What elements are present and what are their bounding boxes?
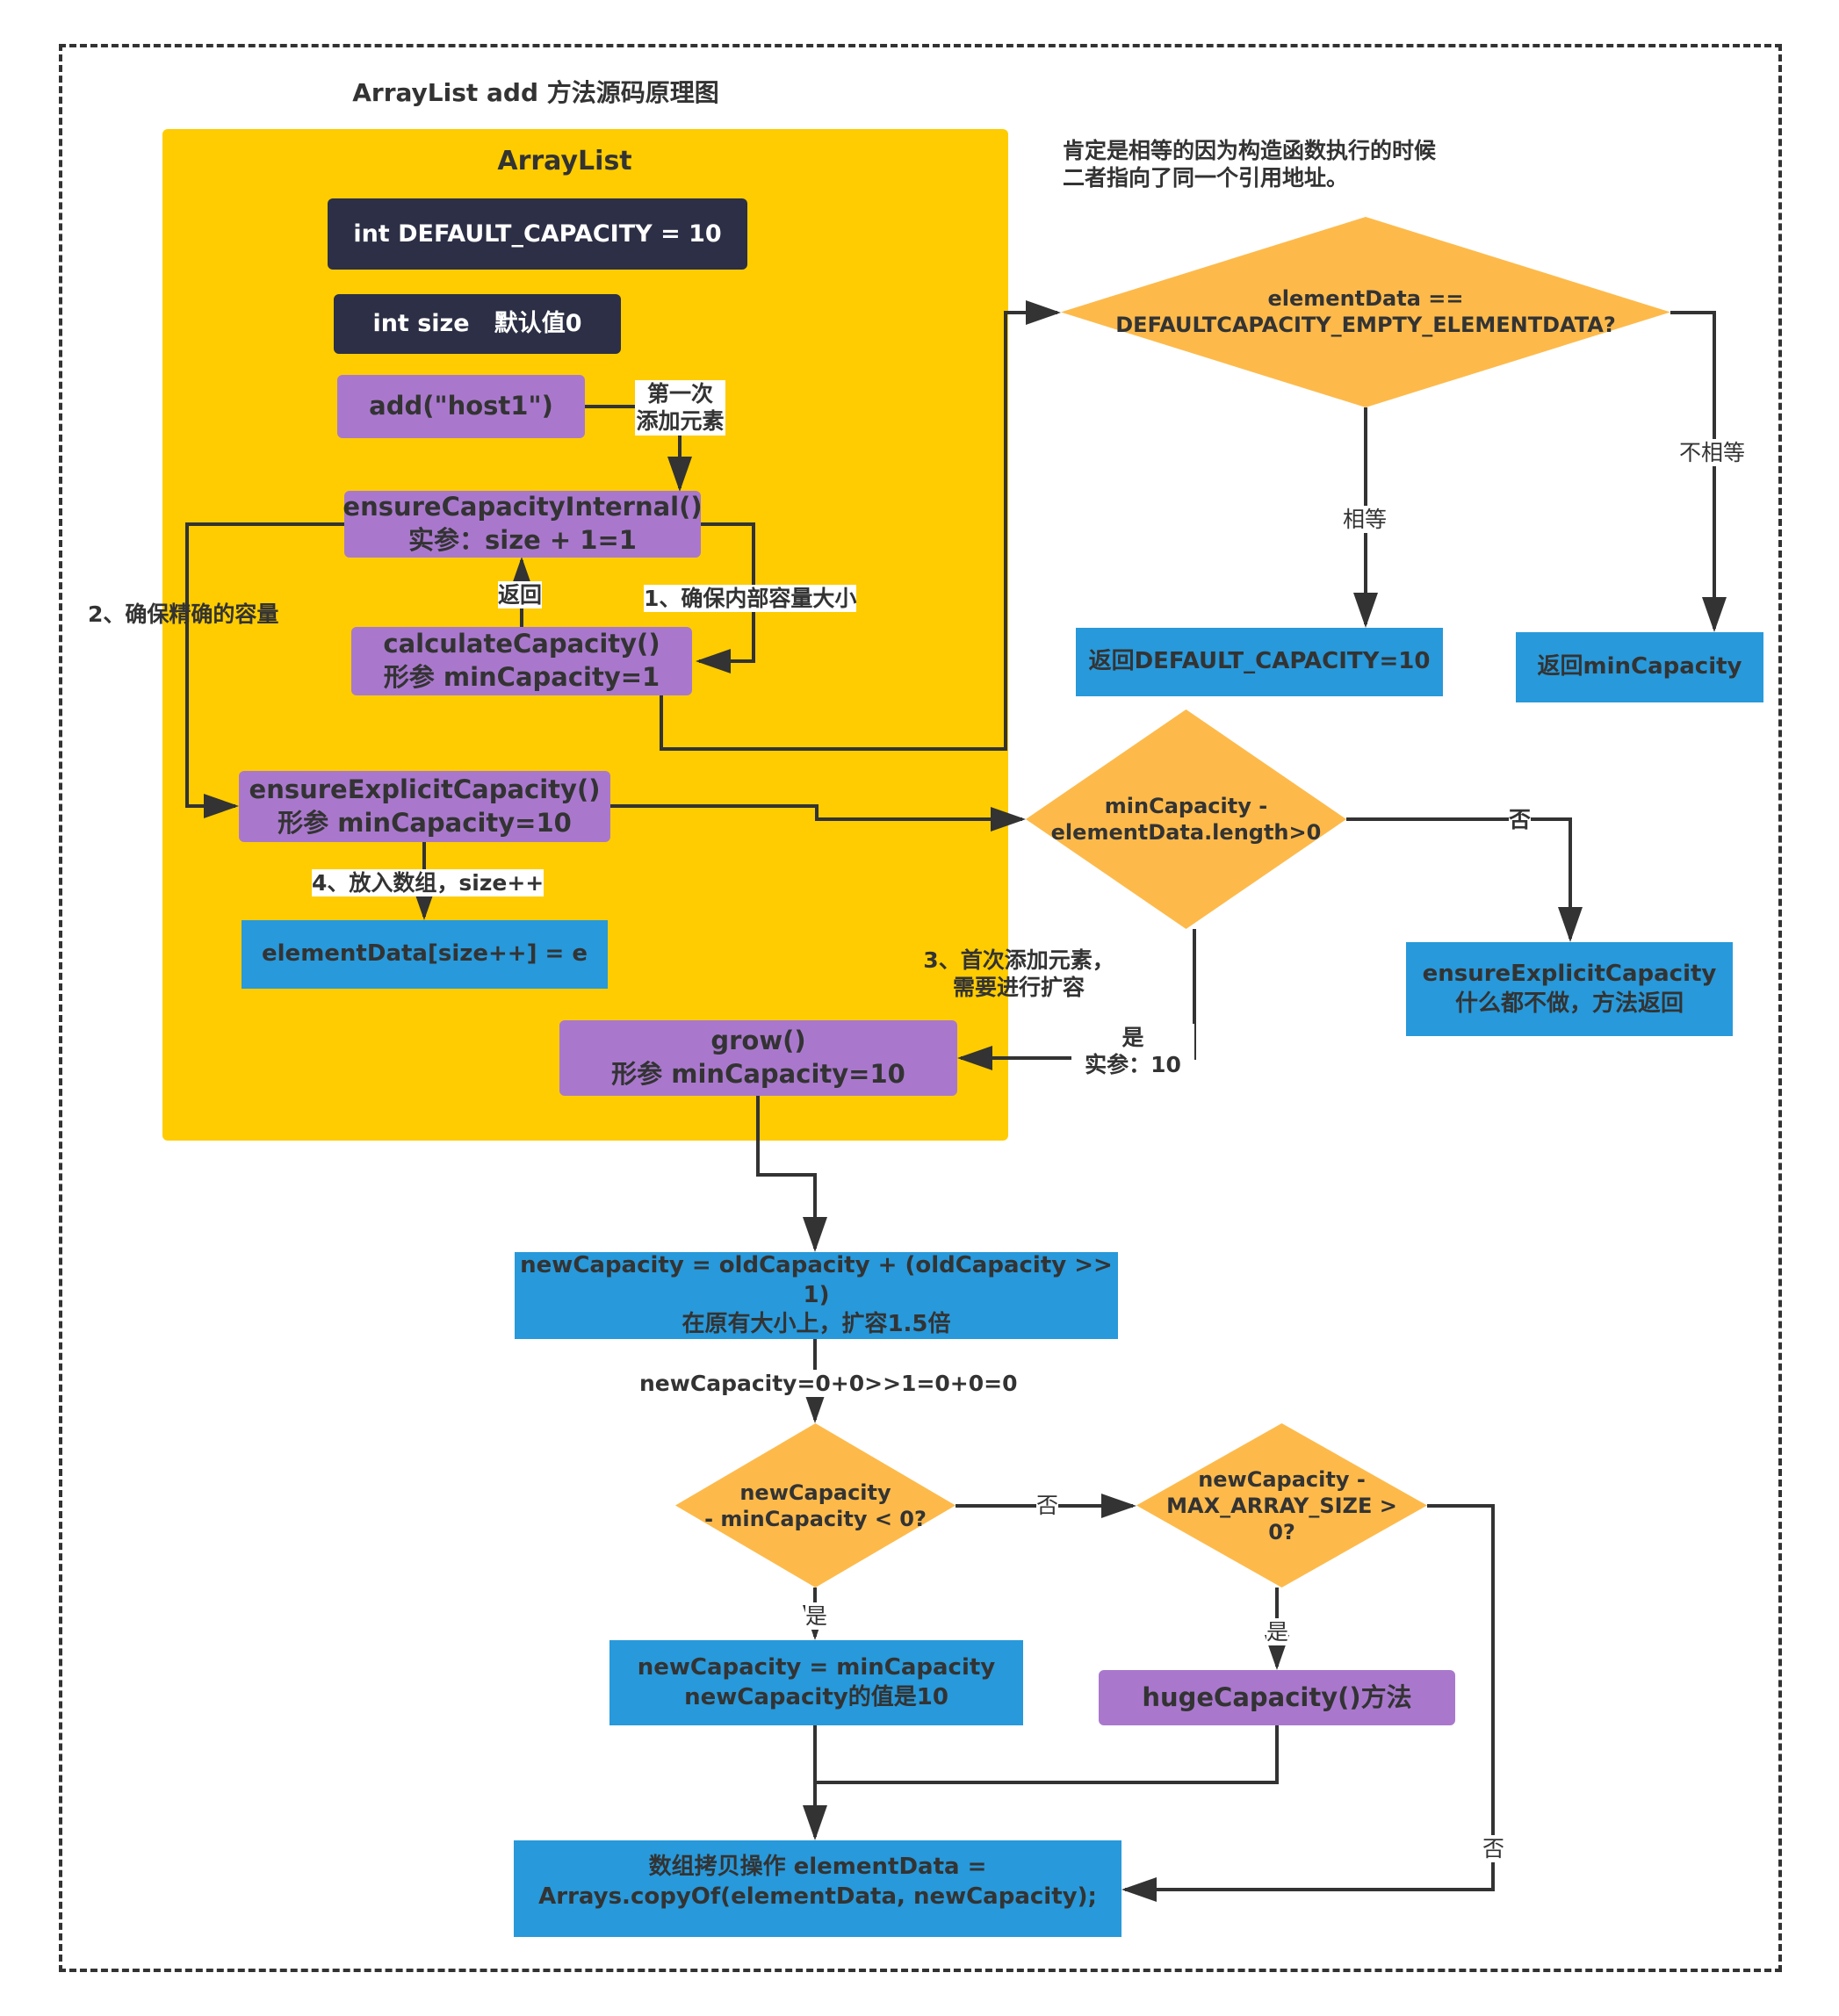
action-line: 在原有大小上，扩容1.5倍: [682, 1311, 951, 1338]
not-equal-label: 不相等: [1679, 439, 1746, 467]
action-line: newCapacity = minCapacity: [637, 1653, 996, 1681]
method-line: grow(): [710, 1026, 806, 1056]
action-line: newCapacity的值是10: [684, 1683, 948, 1710]
edge-diamond1-notequal: [1670, 311, 1727, 632]
label-line: 是: [1121, 1025, 1144, 1050]
return-default-capacity-action: 返回DEFAULT_CAPACITY=10: [1076, 628, 1443, 696]
edge-explicit-to-diamond2: [610, 804, 1026, 832]
step1-label: 1、确保内部容量大小: [644, 585, 857, 613]
calculate-capacity-method: calculateCapacity() 形参 minCapacity=1: [351, 627, 692, 695]
decision-line: newCapacity: [739, 1480, 891, 1505]
method-line: ensureExplicitCapacity(): [249, 774, 601, 804]
label-line: 第一次: [646, 381, 713, 407]
array-copy-action: 数组拷贝操作 elementData = Arrays.copyOf(eleme…: [514, 1840, 1121, 1937]
edge-internal-to-explicit: [185, 522, 344, 818]
decision-line: MAX_ARRAY_SIZE >: [1166, 1494, 1397, 1518]
method-line: ensureCapacityInternal(): [343, 492, 703, 522]
label-line: 实参：10: [1085, 1052, 1181, 1078]
action-line: Arrays.copyOf(elementData, newCapacity);: [538, 1883, 1097, 1910]
action-line: ensureExplicitCapacity: [1422, 960, 1717, 987]
no-label-diamond3: 否: [1036, 1492, 1059, 1520]
decision-line: - minCapacity < 0?: [704, 1507, 927, 1531]
decision-line: 0?: [1268, 1520, 1295, 1544]
edge-grow-to-newcap: [756, 1096, 827, 1252]
method-line: 实参：size + 1=1: [408, 525, 637, 555]
size-field: int size 默认值0: [334, 294, 621, 354]
edge-calc-to-diamond1: [660, 300, 1061, 751]
return-label: 返回: [498, 581, 543, 609]
ensure-capacity-internal-method: ensureCapacityInternal() 实参：size + 1=1: [343, 491, 703, 558]
length-check-decision: minCapacity - elementData.length>0: [1026, 773, 1346, 866]
action-line: newCapacity = oldCapacity + (oldCapacity…: [520, 1251, 1113, 1308]
new-eq-min-action: newCapacity = minCapacity newCapacity的值是…: [609, 1640, 1023, 1725]
note-line: 肯定是相等的因为构造函数执行的时候: [1063, 138, 1437, 163]
yes-arg-label: 是 实参：10: [1071, 1024, 1194, 1079]
decision-line: elementData ==: [1267, 286, 1464, 311]
method-line: 形参 minCapacity=10: [278, 807, 572, 838]
method-line: calculateCapacity(): [383, 629, 660, 659]
no-label-diamond2: 否: [1509, 806, 1532, 834]
max-size-check-decision: newCapacity - MAX_ARRAY_SIZE > 0?: [1136, 1458, 1427, 1554]
step2-label: 2、确保精确的容量: [88, 601, 279, 627]
ensure-explicit-capacity-method: ensureExplicitCapacity() 形参 minCapacity=…: [239, 771, 610, 842]
huge-capacity-method: hugeCapacity()方法: [1099, 1670, 1455, 1725]
first-add-label: 第一次 添加元素: [635, 380, 725, 436]
action-line: 什么都不做，方法返回: [1454, 990, 1684, 1017]
no-label-diamond4: 否: [1482, 1835, 1505, 1863]
step3-label: 3、首次添加元素， 需要进行扩容: [918, 947, 1120, 1002]
decision-line: newCapacity -: [1198, 1467, 1366, 1492]
decision-line: minCapacity -: [1104, 794, 1268, 818]
decision-line: elementData.length>0: [1050, 820, 1322, 845]
step4-label: 4、放入数组，size++: [312, 869, 544, 897]
new-capacity-calc-label: newCapacity=0+0>>1=0+0=0: [639, 1370, 1018, 1398]
new-capacity-action: newCapacity = oldCapacity + (oldCapacity…: [515, 1252, 1118, 1339]
action-line: 数组拷贝操作 elementData =: [648, 1854, 987, 1880]
edge-huge-to-copy: [815, 1725, 1279, 1784]
edge-diamond2-no: [1346, 817, 1583, 942]
return-min-capacity-action: 返回minCapacity: [1516, 632, 1763, 702]
label-line: 需要进行扩容: [952, 975, 1085, 1001]
default-capacity-field: int DEFAULT_CAPACITY = 10: [328, 198, 747, 270]
method-line: 形参 minCapacity=1: [383, 662, 660, 692]
label-line: 3、首次添加元素，: [923, 947, 1114, 973]
decision-line: DEFAULTCAPACITY_EMPTY_ELEMENTDATA?: [1115, 313, 1616, 337]
yes-label-diamond4: 是: [1266, 1618, 1289, 1646]
add-method: add("host1"): [337, 375, 585, 438]
label-line: 添加元素: [636, 408, 725, 435]
method-line: 形参 minCapacity=10: [611, 1059, 905, 1089]
equal-label: 相等: [1343, 506, 1388, 534]
note-line: 二者指向了同一个引用地址。: [1063, 165, 1349, 191]
empty-check-decision: elementData == DEFAULTCAPACITY_EMPTY_ELE…: [1061, 263, 1670, 360]
yes-label-diamond3: 是: [805, 1602, 828, 1631]
grow-method: grow() 形参 minCapacity=10: [559, 1020, 957, 1096]
element-assign-action: elementData[size++] = e: [242, 920, 608, 989]
negative-check-decision: newCapacity - minCapacity < 0?: [675, 1462, 956, 1550]
note-text: 肯定是相等的因为构造函数执行的时候 二者指向了同一个引用地址。: [1063, 137, 1436, 192]
explicit-noop-action: ensureExplicitCapacity 什么都不做，方法返回: [1406, 942, 1733, 1036]
